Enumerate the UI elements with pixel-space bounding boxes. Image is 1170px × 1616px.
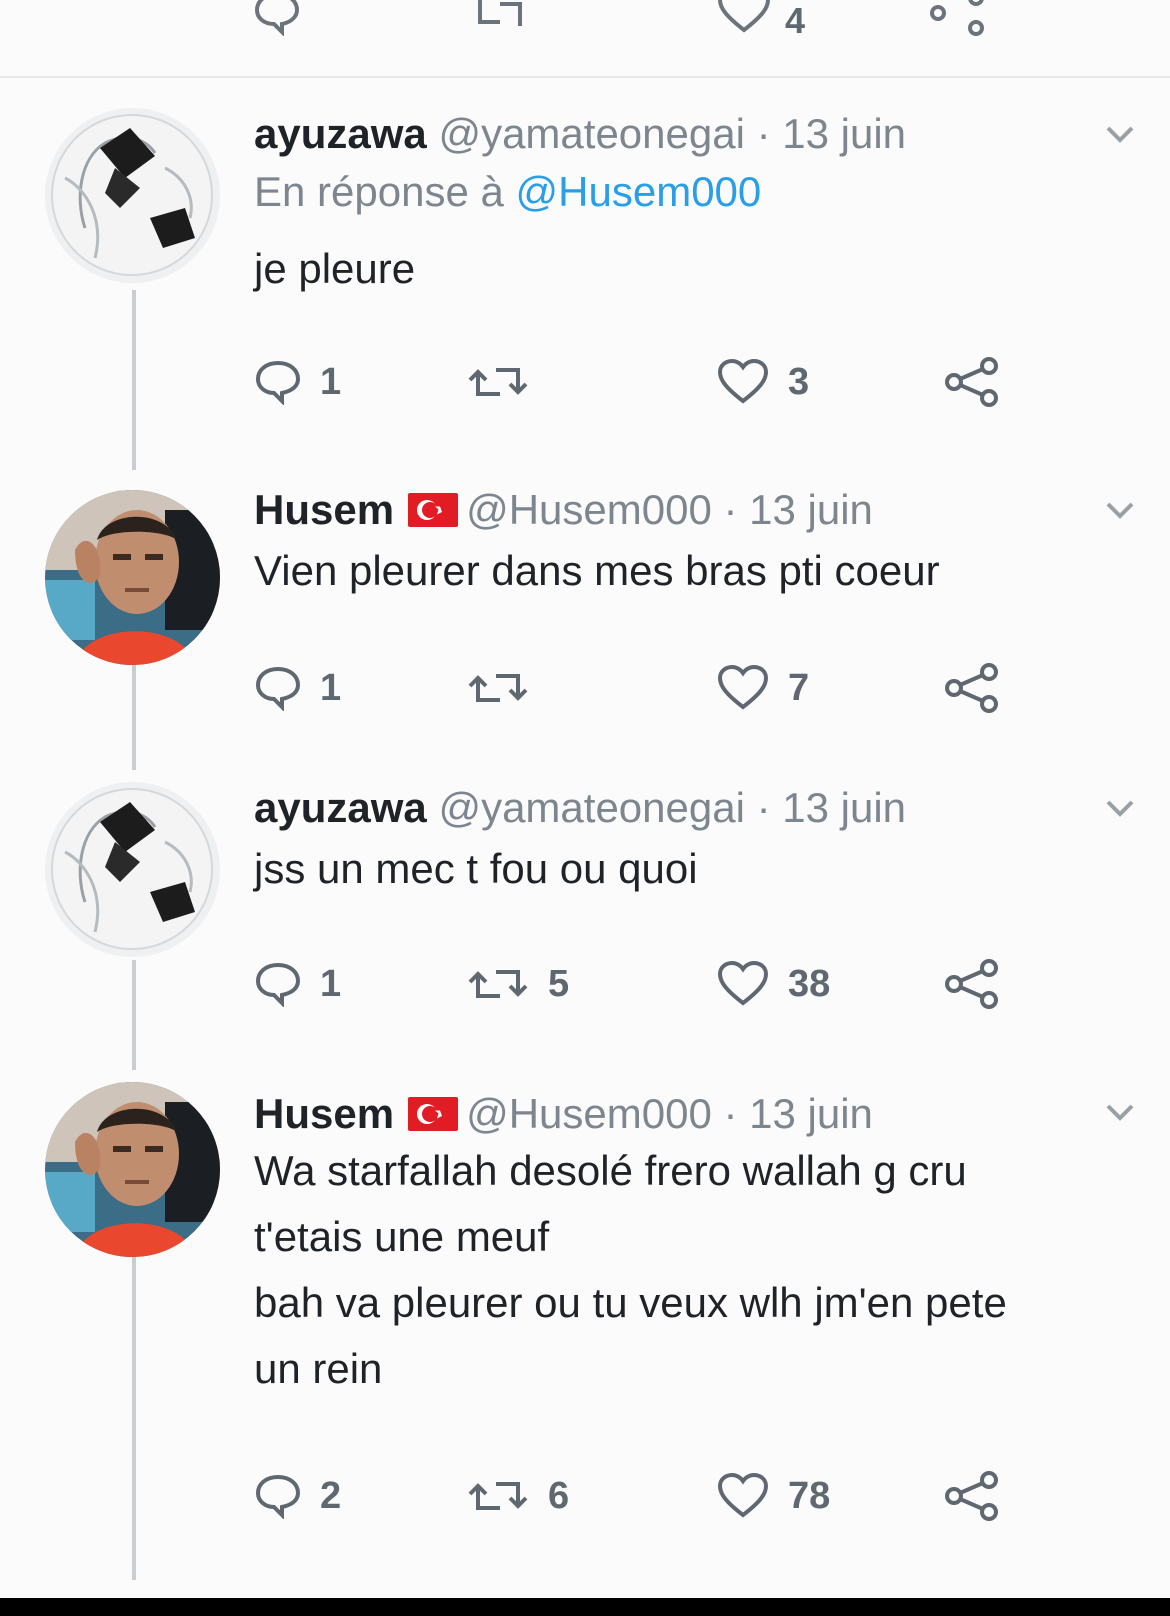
thread-line (132, 1255, 136, 1580)
tweet-text: je pleure (254, 245, 416, 292)
timestamp[interactable]: · 13 juin (723, 486, 872, 533)
reply-button[interactable]: 1 (254, 954, 341, 1014)
tweet-text: jss un mec t fou ou quoi (254, 845, 698, 892)
turkey-flag-icon (408, 493, 459, 527)
like-count: 78 (788, 1474, 831, 1517)
like-icon (717, 358, 769, 404)
chevron-down-icon[interactable] (1100, 794, 1140, 824)
retweet-button[interactable]: 6 (466, 1466, 569, 1526)
display-name[interactable]: ayuzawa (254, 110, 427, 157)
share-button[interactable] (944, 1466, 1000, 1526)
handle[interactable]: @Husem000 (466, 1090, 712, 1137)
retweet-button[interactable]: 5 (466, 954, 569, 1014)
like-button[interactable]: 7 (716, 658, 809, 718)
share-icon (945, 663, 998, 713)
reply-button[interactable]: 1 (254, 658, 341, 718)
retweet-icon (468, 1482, 528, 1510)
reply-count: 1 (320, 666, 342, 709)
reply-count: 1 (320, 962, 342, 1005)
tweet-actions: 1 7 (254, 658, 1134, 718)
like-button[interactable]: 78 (716, 1466, 830, 1526)
tweet-header: ayuzawa @yamateonegai · 13 juin (254, 782, 906, 834)
tweet-text: Vien pleurer dans mes bras pti coeur (254, 547, 940, 594)
retweet-count: 6 (548, 1474, 570, 1517)
like-icon (717, 664, 769, 710)
tweet-actions: 1 5 38 (254, 954, 1134, 1014)
chevron-down-icon[interactable] (1100, 496, 1140, 526)
tweet-header: Husem @Husem000 · 13 juin (254, 1088, 873, 1140)
display-name[interactable]: Husem (254, 1090, 394, 1137)
tweet-actions: 1 3 (254, 352, 1134, 412)
reply-icon (255, 1474, 301, 1519)
reply-icon (255, 360, 301, 405)
timestamp[interactable]: · 13 juin (723, 1090, 872, 1137)
share-button[interactable] (944, 954, 1000, 1014)
chevron-down-icon[interactable] (1100, 120, 1140, 150)
share-icon (945, 357, 998, 407)
retweet-icon (468, 674, 528, 702)
display-name[interactable]: Husem (254, 486, 394, 533)
like-icon (717, 1472, 769, 1518)
like-icon (717, 960, 769, 1006)
reply-button[interactable]: 2 (254, 1466, 341, 1526)
like-count: 38 (788, 962, 831, 1005)
thread-line (132, 290, 136, 470)
reply-icon (255, 666, 301, 711)
thread-line (132, 960, 136, 1070)
reply-count: 2 (320, 1474, 342, 1517)
tweet-header: Husem @Husem000 · 13 juin (254, 484, 873, 536)
reply-count: 1 (320, 360, 342, 403)
share-icon[interactable] (930, 0, 986, 41)
avatar[interactable] (45, 490, 220, 665)
like-count: 3 (788, 360, 810, 403)
like-icon[interactable] (716, 0, 772, 41)
share-icon (945, 959, 998, 1009)
previous-tweet-actions: 4 (0, 0, 1170, 70)
avatar[interactable] (45, 1082, 220, 1257)
retweet-button[interactable] (466, 658, 548, 718)
tweet-text: Wa starfallah desolé frero wallah g cru … (254, 1147, 1007, 1392)
handle[interactable]: @Husem000 (466, 486, 712, 533)
reply-icon[interactable] (252, 0, 302, 41)
share-button[interactable] (944, 658, 1000, 718)
reply-context: En réponse à @Husem000 (254, 166, 761, 218)
twitter-thread-screen: 4 ayuzawa @yamateonegai · 13 juin En rép… (0, 0, 1170, 1598)
like-button[interactable]: 3 (716, 352, 809, 412)
handle[interactable]: @yamateonegai (438, 784, 745, 831)
retweet-button[interactable] (466, 352, 548, 412)
reply-button[interactable]: 1 (254, 352, 341, 412)
retweet-count: 5 (548, 962, 570, 1005)
reply-mention-link[interactable]: @Husem000 (516, 168, 762, 215)
tweet-header: ayuzawa @yamateonegai · 13 juin (254, 108, 906, 160)
handle[interactable]: @yamateonegai (438, 110, 745, 157)
divider (0, 76, 1170, 78)
retweet-icon[interactable] (470, 0, 530, 41)
like-count: 4 (785, 0, 806, 41)
retweet-icon (468, 970, 528, 998)
retweet-icon (468, 368, 528, 396)
like-count: 7 (788, 666, 810, 709)
share-button[interactable] (944, 352, 1000, 412)
turkey-flag-icon (408, 1097, 459, 1131)
thread-line (132, 660, 136, 770)
avatar[interactable] (45, 782, 220, 957)
chevron-down-icon[interactable] (1100, 1098, 1140, 1128)
reply-icon (255, 962, 301, 1007)
timestamp[interactable]: · 13 juin (757, 110, 906, 157)
tweet-actions: 2 6 78 (254, 1466, 1134, 1526)
share-icon (945, 1471, 998, 1521)
reply-prefix: En réponse à (254, 168, 504, 215)
avatar[interactable] (45, 108, 220, 283)
like-button[interactable]: 38 (716, 954, 830, 1014)
display-name[interactable]: ayuzawa (254, 784, 427, 831)
timestamp[interactable]: · 13 juin (757, 784, 906, 831)
